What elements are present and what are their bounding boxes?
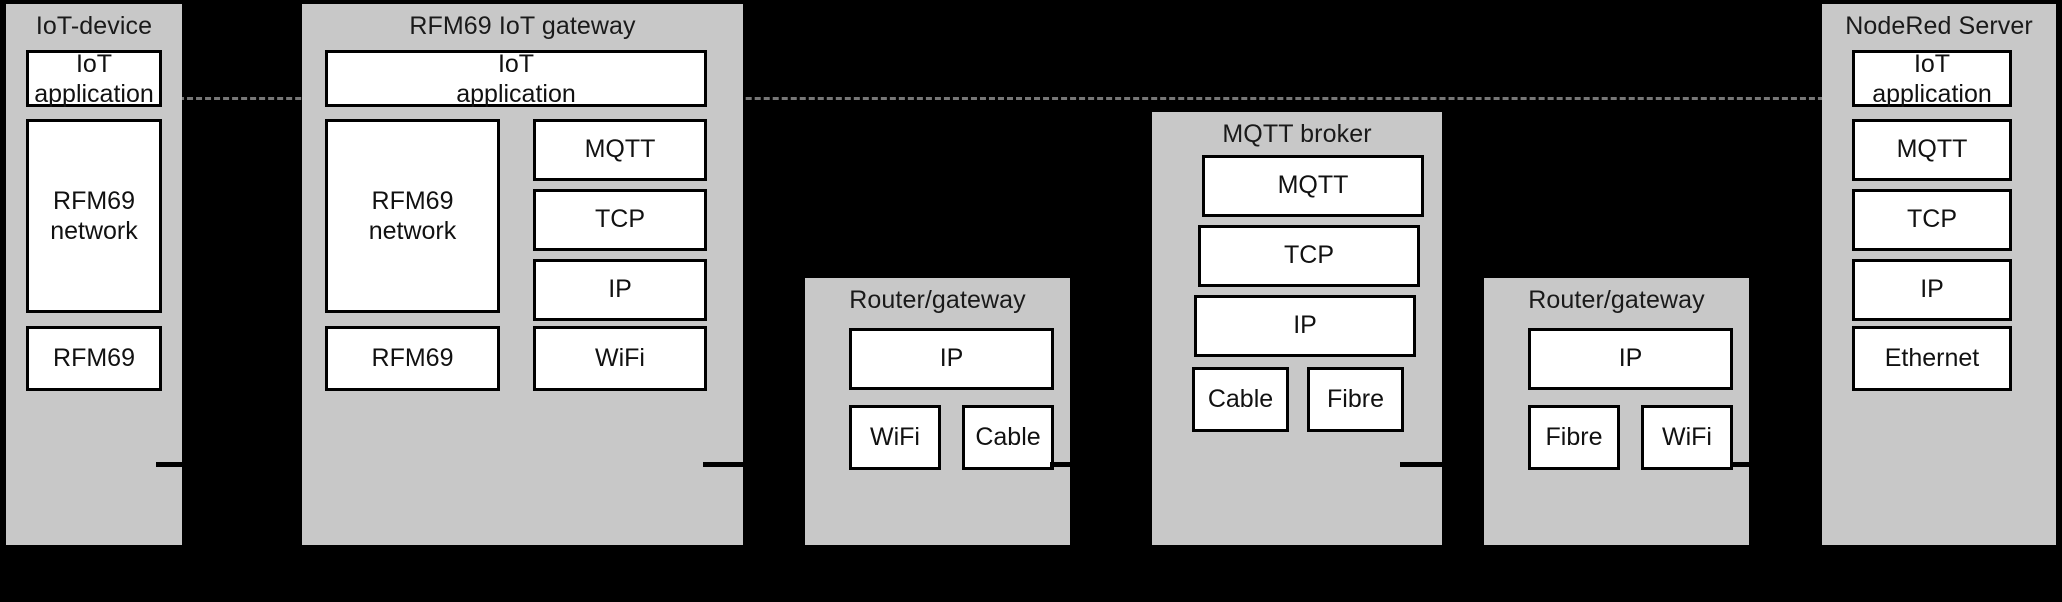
panel-rfm69-iot-gateway[interactable]: RFM69 IoT gateway IoT application RFM69 … xyxy=(302,4,743,545)
box-ip[interactable]: IP xyxy=(1852,259,2012,321)
box-label-line1: Fibre xyxy=(1545,422,1603,451)
panel-nodered-server[interactable]: NodeRed Server IoT application MQTT TCP … xyxy=(1822,4,2056,545)
panel-title-router-gateway-2: Router/gateway xyxy=(1528,286,1705,314)
box-label-line1: TCP xyxy=(1907,205,1957,234)
box-ip[interactable]: IP xyxy=(849,328,1054,390)
box-iot-application[interactable]: IoT application xyxy=(325,49,707,108)
diagram-canvas: IoT-device IoT application RFM69 network… xyxy=(0,0,2062,602)
box-label-line1: IoT xyxy=(75,49,113,78)
panel-mqtt-broker[interactable]: MQTT broker MQTT TCP IP Cable Fibre xyxy=(1152,112,1442,545)
panel-router-gateway-2[interactable]: Router/gateway IP Fibre WiFi xyxy=(1484,278,1749,545)
panel-title-iot-device: IoT-device xyxy=(35,12,153,40)
box-label-line1: IoT xyxy=(497,49,535,78)
box-ip[interactable]: IP xyxy=(1194,295,1416,357)
box-label-line1: RFM69 xyxy=(53,343,135,372)
box-cable[interactable]: Cable xyxy=(1192,367,1289,432)
box-label-line1: IP xyxy=(1618,344,1643,373)
panel-title-router-gateway-1: Router/gateway xyxy=(849,286,1026,314)
box-label-line1: TCP xyxy=(595,205,645,234)
box-label-line2: application xyxy=(456,79,576,108)
box-label-line2: application xyxy=(34,79,154,108)
box-label-line1: Cable xyxy=(975,422,1041,451)
box-ip[interactable]: IP xyxy=(1528,328,1733,390)
box-rfm69-phy[interactable]: RFM69 xyxy=(325,326,500,391)
panel-title-nodered-server: NodeRed Server xyxy=(1845,12,2033,40)
box-label-line1: MQTT xyxy=(584,135,656,164)
box-rfm69-network[interactable]: RFM69 network xyxy=(325,119,500,313)
box-label-line1: IP xyxy=(1920,275,1944,304)
panel-router-gateway-1[interactable]: Router/gateway IP WiFi Cable xyxy=(805,278,1070,545)
box-label-line2: application xyxy=(1872,79,1992,108)
box-iot-application[interactable]: IoT application xyxy=(1852,49,2012,108)
box-ethernet[interactable]: Ethernet xyxy=(1852,326,2012,391)
box-tcp[interactable]: TCP xyxy=(1198,225,1420,287)
box-label-line1: MQTT xyxy=(1277,171,1349,200)
box-rfm69-phy[interactable]: RFM69 xyxy=(26,326,162,391)
box-ip[interactable]: IP xyxy=(533,259,707,321)
box-label-line1: IP xyxy=(608,275,632,304)
box-fibre[interactable]: Fibre xyxy=(1528,405,1620,470)
box-label-line1: RFM69 xyxy=(371,187,454,215)
box-label-line1: IP xyxy=(939,344,964,373)
box-mqtt[interactable]: MQTT xyxy=(1202,155,1424,217)
box-tcp[interactable]: TCP xyxy=(533,189,707,251)
box-tcp[interactable]: TCP xyxy=(1852,189,2012,251)
box-label-line2: network xyxy=(50,217,138,245)
box-rfm69-network[interactable]: RFM69 network xyxy=(26,119,162,313)
box-mqtt[interactable]: MQTT xyxy=(1852,119,2012,181)
box-label-line1: IP xyxy=(1293,311,1317,340)
link-rfm69-device-to-gateway xyxy=(156,462,311,467)
box-cable[interactable]: Cable xyxy=(962,405,1054,470)
box-wifi[interactable]: WiFi xyxy=(849,405,941,470)
box-fibre[interactable]: Fibre xyxy=(1307,367,1404,432)
box-label-line1: WiFi xyxy=(595,343,645,372)
box-label-line1: WiFi xyxy=(870,422,920,451)
box-iot-application[interactable]: IoT application xyxy=(26,49,162,108)
box-wifi[interactable]: WiFi xyxy=(533,326,707,391)
box-label-line2: network xyxy=(368,217,457,245)
box-label-line1: RFM69 xyxy=(371,343,454,372)
box-label-line1: Cable xyxy=(1207,384,1274,413)
panel-title-mqtt-broker: MQTT broker xyxy=(1222,120,1372,148)
box-label-line1: RFM69 xyxy=(53,187,135,215)
box-label-line1: MQTT xyxy=(1896,135,1968,164)
box-mqtt[interactable]: MQTT xyxy=(533,119,707,181)
box-wifi[interactable]: WiFi xyxy=(1641,405,1733,470)
panel-title-rfm69-iot-gateway: RFM69 IoT gateway xyxy=(409,12,636,40)
box-label-line1: Ethernet xyxy=(1884,343,1980,372)
box-label-line1: IoT xyxy=(1913,49,1951,78)
box-label-line1: TCP xyxy=(1284,241,1334,270)
box-label-line1: WiFi xyxy=(1662,422,1712,451)
box-label-line1: Fibre xyxy=(1327,384,1384,413)
